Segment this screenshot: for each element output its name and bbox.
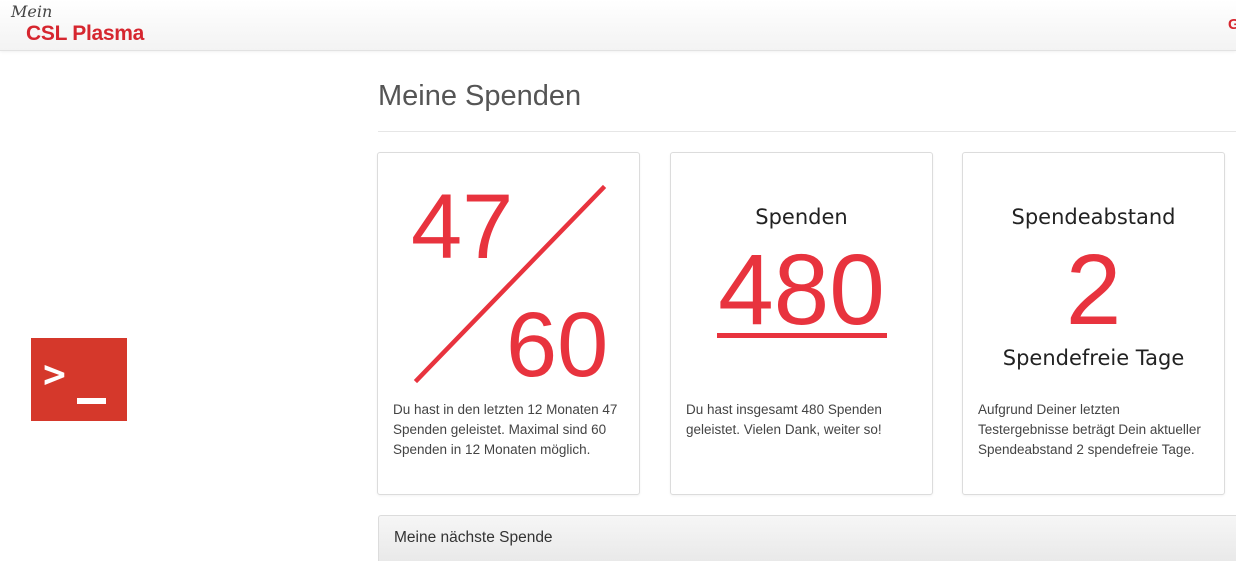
- donation-interval-value: 2: [1065, 234, 1122, 346]
- card-heading: Spendeabstand: [1011, 205, 1176, 229]
- card-description: Du hast insgesamt 480 Spenden geleistet.…: [686, 402, 882, 437]
- card-description: Aufgrund Deiner letzten Testergebnisse b…: [978, 402, 1201, 457]
- donations-max: 60: [506, 294, 609, 396]
- total-donations-value: 480: [718, 234, 885, 346]
- value-underline: [717, 333, 887, 338]
- total-donations-card: Spenden 480 Du hast insgesamt 480 Spende…: [670, 152, 933, 495]
- donations-count: 47: [411, 176, 514, 278]
- terminal-prompt-icon[interactable]: >: [31, 338, 127, 421]
- terminal-prompt-glyph: >: [43, 352, 66, 396]
- logo-brand: CSL Plasma: [26, 22, 145, 45]
- panel-title: Meine nächste Spende: [394, 529, 553, 546]
- title-divider: [378, 131, 1236, 132]
- page-title: Meine Spenden: [378, 80, 582, 112]
- top-navbar: Mein CSL Plasma G: [0, 0, 1236, 51]
- card-subheading: Spendefreie Tage: [1002, 346, 1185, 370]
- next-donation-panel[interactable]: Meine nächste Spende: [378, 515, 1236, 561]
- donation-interval-card: Spendeabstand 2 Spendefreie Tage Aufgrun…: [962, 152, 1225, 495]
- donations-last-12-months-card: 47 60 Du hast in den letzten 12 Monaten …: [377, 152, 640, 495]
- top-right-menu-link[interactable]: G: [1228, 16, 1236, 34]
- terminal-cursor: [77, 398, 106, 404]
- logo-prefix: Mein: [11, 2, 53, 21]
- card-description: Du hast in den letzten 12 Monaten 47 Spe…: [393, 402, 618, 457]
- card-heading: Spenden: [755, 205, 848, 229]
